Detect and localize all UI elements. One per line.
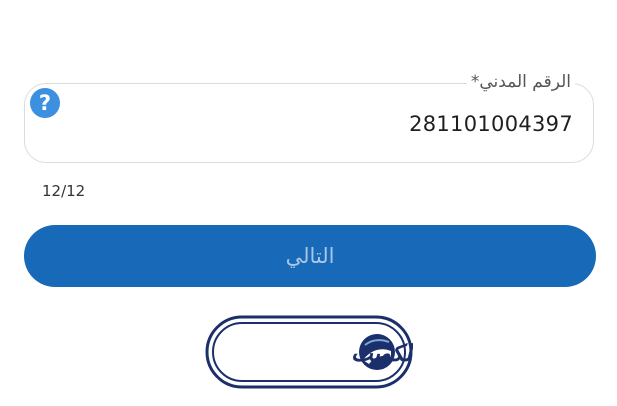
civil-id-label: الرقم المدني* bbox=[466, 71, 575, 93]
next-button[interactable]: التالي bbox=[24, 225, 596, 287]
character-counter: 12/12 bbox=[42, 182, 86, 200]
help-question-icon[interactable]: ? bbox=[30, 88, 60, 118]
darb-alkuwait-logo: درب الكويت bbox=[205, 315, 413, 389]
logo-text: درب الكويت bbox=[351, 341, 413, 368]
civil-id-input[interactable] bbox=[305, 110, 573, 138]
